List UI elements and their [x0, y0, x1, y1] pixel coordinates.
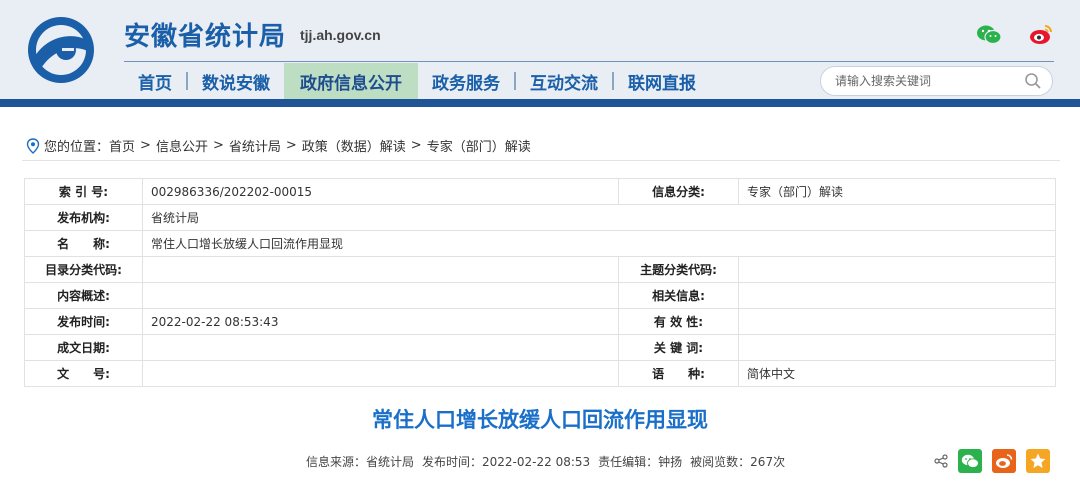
validity-label: 有 效 性:	[618, 308, 739, 335]
location-icon	[26, 137, 40, 154]
table-row: 名 称: 常住人口增长放缓人口回流作用显现	[24, 230, 1056, 257]
table-row: 索 引 号: 002986336/202202-00015 信息分类: 专家（部…	[24, 178, 1056, 205]
meta-source: 信息来源：省统计局	[306, 455, 415, 469]
validity-value	[738, 308, 1056, 335]
topic-value	[738, 256, 1056, 283]
table-row: 文 号: 语 种: 简体中文	[24, 360, 1056, 387]
docno-value	[142, 360, 619, 387]
table-row: 内容概述: 相关信息:	[24, 282, 1056, 309]
nav-gov-info[interactable]: 政府信息公开	[284, 63, 418, 99]
main-nav: 首页 数说安徽 政府信息公开 政务服务 互动交流 联网直报	[124, 63, 710, 99]
search-box	[820, 66, 1053, 96]
weibo-share-icon[interactable]	[992, 449, 1016, 473]
table-row: 发布机构: 省统计局	[24, 204, 1056, 231]
breadcrumb-separator: >	[410, 138, 422, 153]
breadcrumb-prefix: 您的位置：	[44, 140, 110, 155]
table-row: 成文日期: 关 键 词:	[24, 334, 1056, 361]
breadcrumb-separator: >	[285, 138, 297, 153]
header-bar	[0, 99, 1080, 107]
search-input[interactable]	[835, 74, 1024, 88]
time-value: 2022-02-22 08:53:43	[142, 308, 619, 335]
meta-editor: 责任编辑：钟扬	[598, 455, 683, 469]
lang-label: 语 种:	[618, 360, 739, 387]
name-label: 名 称:	[24, 230, 143, 257]
wechat-icon[interactable]	[976, 24, 1002, 46]
meta-views: 被阅览数：267次	[690, 455, 786, 469]
date-label: 成文日期:	[24, 334, 143, 361]
site-logo[interactable]	[22, 14, 100, 86]
table-row: 发布时间: 2022-02-22 08:53:43 有 效 性:	[24, 308, 1056, 335]
table-row: 目录分类代码: 主题分类代码:	[24, 256, 1056, 283]
breadcrumb-expert[interactable]: 专家（部门）解读	[427, 136, 531, 155]
nav-data-anhui[interactable]: 数说安徽	[188, 63, 284, 99]
topic-label: 主题分类代码:	[618, 256, 739, 283]
nav-home[interactable]: 首页	[124, 63, 186, 99]
related-label: 相关信息:	[618, 282, 739, 309]
category-label: 信息分类:	[618, 178, 739, 205]
breadcrumb-info-public[interactable]: 信息公开	[156, 136, 208, 155]
breadcrumb: 您的位置： 首页 > 信息公开 > 省统计局 > 政策（数据）解读 > 专家（部…	[26, 136, 531, 155]
breadcrumb-bureau[interactable]: 省统计局	[229, 136, 281, 155]
keyword-label: 关 键 词:	[618, 334, 739, 361]
site-domain: tjj.ah.gov.cn	[300, 27, 381, 43]
search-icon[interactable]	[1024, 72, 1042, 90]
index-value: 002986336/202202-00015	[142, 178, 619, 205]
wechat-share-icon[interactable]	[958, 449, 982, 473]
article-title: 常住人口增长放缓人口回流作用显现	[372, 408, 708, 432]
share-icon[interactable]	[934, 454, 948, 468]
breadcrumb-separator: >	[212, 138, 224, 153]
weibo-icon[interactable]	[1028, 22, 1054, 46]
docno-label: 文 号:	[24, 360, 143, 387]
breadcrumb-divider	[22, 160, 1060, 161]
breadcrumb-policy[interactable]: 政策（数据）解读	[302, 136, 406, 155]
summary-label: 内容概述:	[24, 282, 143, 309]
related-value	[738, 282, 1056, 309]
keyword-value	[738, 334, 1056, 361]
nav-direct-report[interactable]: 联网直报	[614, 63, 710, 99]
lang-value: 简体中文	[738, 360, 1056, 387]
info-table: 索 引 号: 002986336/202202-00015 信息分类: 专家（部…	[24, 178, 1056, 387]
qzone-share-icon[interactable]	[1026, 449, 1050, 473]
date-value	[142, 334, 619, 361]
site-title[interactable]: 安徽省统计局	[124, 16, 286, 53]
share-bar	[934, 449, 1050, 473]
breadcrumb-separator: >	[140, 138, 151, 153]
meta-publish-time: 发布时间：2022-02-22 08:53	[422, 455, 591, 469]
breadcrumb-home[interactable]: 首页	[109, 136, 135, 155]
article-meta: 信息来源：省统计局 发布时间：2022-02-22 08:53 责任编辑：钟扬 …	[306, 453, 785, 470]
nav-interaction[interactable]: 互动交流	[516, 63, 612, 99]
summary-value	[142, 282, 619, 309]
header: 安徽省统计局 tjj.ah.gov.cn 首页 数说安徽 政府信息公开 政务服务…	[0, 0, 1080, 100]
header-divider	[124, 61, 1054, 62]
category-value: 专家（部门）解读	[738, 178, 1056, 205]
time-label: 发布时间:	[24, 308, 143, 335]
index-label: 索 引 号:	[24, 178, 143, 205]
publisher-label: 发布机构:	[24, 204, 143, 231]
nav-gov-service[interactable]: 政务服务	[418, 63, 514, 99]
publisher-value: 省统计局	[142, 204, 1056, 231]
catalog-value	[142, 256, 619, 283]
catalog-label: 目录分类代码:	[24, 256, 143, 283]
name-value: 常住人口增长放缓人口回流作用显现	[142, 230, 1056, 257]
